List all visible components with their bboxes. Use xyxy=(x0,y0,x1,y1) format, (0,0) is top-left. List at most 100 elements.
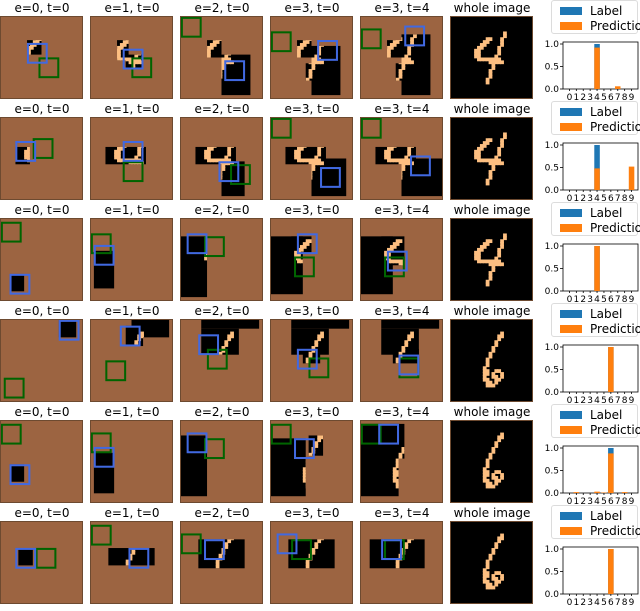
y-tick-label: 0.5 xyxy=(545,164,559,174)
unseen-canvas xyxy=(1,522,82,603)
whole-image-panel xyxy=(450,319,533,402)
plot-area xyxy=(563,244,638,291)
glimpse-panel xyxy=(0,420,83,503)
glimpse-panel xyxy=(360,319,443,402)
glimpse-panel xyxy=(90,319,173,402)
panel-title: e=3, t=4 xyxy=(357,506,447,520)
glimpse-panel xyxy=(270,16,353,99)
bar-chart: 0.00.51.00123456789 xyxy=(537,341,640,409)
panel-title: whole image xyxy=(447,1,537,15)
panel-title: e=3, t=0 xyxy=(267,1,357,15)
legend-text-label: Label xyxy=(590,4,622,18)
glimpse-panel xyxy=(180,117,263,200)
bar-prediction-9 xyxy=(629,167,635,190)
x-tick-label: 3 xyxy=(587,598,593,607)
whole-image-panel xyxy=(450,218,533,301)
bar-chart: 0.00.51.00123456789 xyxy=(537,139,640,207)
y-tick-label: 1.0 xyxy=(545,242,560,252)
revealed-region xyxy=(181,236,207,297)
revealed-region xyxy=(94,251,114,289)
panel-title: whole image xyxy=(447,304,537,318)
panel-title: e=3, t=4 xyxy=(357,1,447,15)
legend-text-label: Label xyxy=(590,509,622,523)
legend-swatch-prediction xyxy=(560,224,582,232)
panel-title: e=0, t=0 xyxy=(0,304,87,318)
glimpse-panel xyxy=(90,117,173,200)
panel-title: e=0, t=0 xyxy=(0,405,87,419)
y-tick-label: 1.0 xyxy=(545,141,560,151)
x-tick-label: 4 xyxy=(594,598,600,607)
image-background xyxy=(451,421,532,502)
legend-text-label: Label xyxy=(590,105,622,119)
revealed-region xyxy=(181,435,207,496)
y-tick-label: 0.5 xyxy=(545,265,559,275)
legend-text-label: Label xyxy=(590,408,622,422)
glimpse-panel xyxy=(90,420,173,503)
chart-legend: LabelPrediction xyxy=(551,0,638,34)
legend-swatch-prediction xyxy=(560,426,582,434)
x-tick-label: 1 xyxy=(573,598,579,607)
glimpse-panel xyxy=(0,218,83,301)
panel-title: e=2, t=0 xyxy=(177,405,267,419)
glimpse-panel xyxy=(360,16,443,99)
panel-title: e=1, t=0 xyxy=(87,203,177,217)
legend-swatch-prediction xyxy=(560,22,582,30)
legend-text-prediction: Prediction xyxy=(590,120,640,134)
bar-prediction-7 xyxy=(615,86,621,89)
panel-title: e=3, t=4 xyxy=(357,102,447,116)
bar-chart: 0.00.51.00123456789 xyxy=(537,543,640,611)
panel-title: e=1, t=0 xyxy=(87,1,177,15)
bar-prediction-6 xyxy=(608,453,614,493)
legend-swatch-prediction xyxy=(560,325,582,333)
bar-prediction-8 xyxy=(622,492,628,493)
bar-prediction-4 xyxy=(594,492,600,493)
legend-swatch-label xyxy=(560,310,582,318)
chart-legend: LabelPrediction xyxy=(551,505,638,539)
panel-title: e=0, t=0 xyxy=(0,102,87,116)
panel-title: e=1, t=0 xyxy=(87,102,177,116)
legend-text-prediction: Prediction xyxy=(590,524,640,538)
whole-image-panel xyxy=(450,117,533,200)
legend-swatch-label xyxy=(560,108,582,116)
panel-title: e=2, t=0 xyxy=(177,102,267,116)
unseen-canvas xyxy=(1,421,82,502)
panel-title: e=3, t=0 xyxy=(267,506,357,520)
x-tick-label: 6 xyxy=(608,598,614,607)
glimpse-panel xyxy=(180,218,263,301)
revealed-region xyxy=(18,548,32,565)
revealed-region xyxy=(94,453,114,493)
glimpse-panel xyxy=(90,218,173,301)
y-tick-label: 1.0 xyxy=(545,40,560,50)
chart-legend: LabelPrediction xyxy=(551,202,638,236)
image-background xyxy=(451,522,532,603)
panel-title: e=3, t=4 xyxy=(357,203,447,217)
y-tick-label: 0.0 xyxy=(545,85,560,95)
panel-title: e=2, t=0 xyxy=(177,506,267,520)
panel-title: e=2, t=0 xyxy=(177,203,267,217)
panel-title: whole image xyxy=(447,102,537,116)
glimpse-panel xyxy=(360,117,443,200)
glimpse-panel xyxy=(270,521,353,604)
glimpse-panel xyxy=(180,16,263,99)
legend-text-prediction: Prediction xyxy=(590,322,640,336)
bar-prediction-6 xyxy=(608,549,614,594)
revealed-region xyxy=(10,464,24,481)
x-tick-label: 9 xyxy=(629,598,635,607)
whole-image-panel xyxy=(450,420,533,503)
x-tick-label: 8 xyxy=(622,598,628,607)
glimpse-panel xyxy=(90,521,173,604)
panel-title: e=0, t=0 xyxy=(0,506,87,520)
panel-title: whole image xyxy=(447,203,537,217)
plot-area xyxy=(563,345,638,392)
panel-title: e=3, t=4 xyxy=(357,304,447,318)
legend-swatch-prediction xyxy=(560,123,582,131)
panel-title: e=2, t=0 xyxy=(177,1,267,15)
revealed-region xyxy=(59,320,76,337)
glimpse-panel xyxy=(0,117,83,200)
y-tick-label: 0.5 xyxy=(545,63,559,73)
y-tick-label: 1.0 xyxy=(545,444,560,454)
panel-title: e=3, t=0 xyxy=(267,304,357,318)
glimpse-panel xyxy=(360,521,443,604)
legend-text-prediction: Prediction xyxy=(590,19,640,33)
panel-title: e=3, t=0 xyxy=(267,405,357,419)
